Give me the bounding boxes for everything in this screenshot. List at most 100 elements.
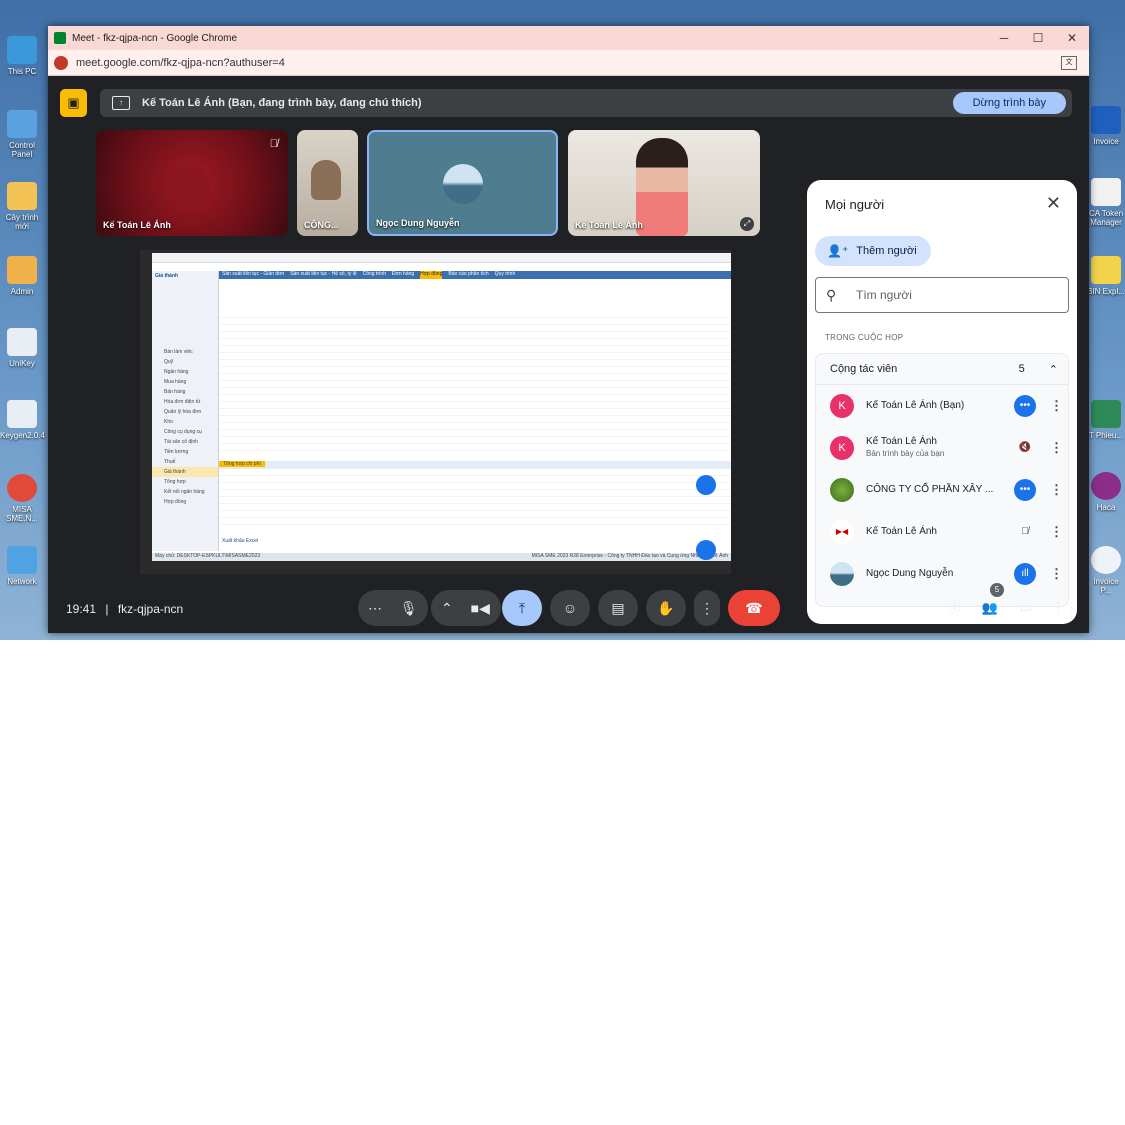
microphone-icon[interactable]: 🎙 — [400, 600, 418, 616]
detail-grid[interactable] — [219, 469, 731, 527]
left-menu-item[interactable]: Quỹ — [152, 357, 218, 367]
desktop-icon[interactable]: BIN Expl... — [1087, 256, 1125, 296]
desktop-icon[interactable]: UniKey — [0, 328, 44, 368]
tab[interactable]: Công trình — [363, 271, 386, 279]
participant-row[interactable]: K Kế Toán Lê Ánh (Bạn) ••• ⋮ — [816, 385, 1068, 427]
desktop-icon[interactable]: Keygen2.0.4 — [0, 400, 45, 440]
panel-title: Mọi người — [825, 197, 885, 212]
computer-icon — [7, 36, 37, 64]
participant-row[interactable]: CÔNG TY CỔ PHẦN XÂY ... ••• ⋮ — [816, 469, 1068, 511]
close-window-button[interactable]: ✕ — [1055, 31, 1089, 45]
add-people-button[interactable]: 👤⁺ Thêm người — [815, 236, 931, 266]
left-menu-item[interactable]: Tài sản cố định — [152, 437, 218, 447]
address-bar[interactable]: meet.google.com/fkz-qjpa-ncn?authuser=4 … — [48, 50, 1089, 76]
left-menu-item[interactable]: Ngân hàng — [152, 367, 218, 377]
tab[interactable]: Báo cáo phân tích — [448, 271, 488, 279]
desktop-icon[interactable]: Cây trình mới — [0, 182, 44, 231]
tab[interactable]: Sản xuất liên tục - Giản đơn — [222, 271, 284, 279]
more-options-icon[interactable]: ⋮ — [1050, 482, 1063, 498]
desktop-icon[interactable]: MISA SME.N... — [0, 474, 44, 523]
presenting-banner: ↑ Kế Toán Lê Ánh (Bạn, đang trình bày, đ… — [100, 89, 1072, 117]
desktop-icon[interactable]: Invoice — [1087, 106, 1125, 146]
translate-icon[interactable]: 文 — [1061, 55, 1077, 70]
chevron-up-icon[interactable]: ⌃ — [1049, 363, 1058, 376]
captions-button[interactable]: ▤ — [598, 590, 638, 626]
participant-tile[interactable]: 🎙̸ Kế Toán Lê Ánh — [96, 130, 288, 236]
more-options-icon[interactable]: ⋮ — [1050, 524, 1063, 540]
url-text[interactable]: meet.google.com/fkz-qjpa-ncn?authuser=4 — [76, 57, 1061, 69]
more-audio-icon[interactable]: ⋯ — [368, 600, 382, 616]
meeting-details-icon[interactable]: ⓘ — [944, 598, 964, 618]
bottom-tab[interactable]: Tổng hợp chi phí — [219, 461, 265, 467]
chat-icon[interactable]: ▭ — [1016, 598, 1036, 618]
people-panel: Mọi người ✕ 👤⁺ Thêm người ⚲ Tìm người TR… — [807, 180, 1077, 624]
maximize-button[interactable]: ☐ — [1021, 31, 1055, 45]
left-menu-item[interactable]: Tiền lương — [152, 447, 218, 457]
left-menu-item[interactable]: Hợp đồng — [152, 497, 218, 507]
desktop-icon[interactable]: This PC — [0, 36, 44, 76]
more-options-icon[interactable]: ⋮ — [1050, 440, 1063, 456]
desktop-icon[interactable]: Invoice P... — [1087, 546, 1125, 595]
export-excel-button[interactable]: Xuất khẩu Excel — [222, 538, 258, 544]
camera-control[interactable]: ⌃ ■◀ — [431, 590, 501, 626]
emoji-button[interactable]: ☺ — [550, 590, 590, 626]
participant-name: Kế Toán Lê Ánh — [866, 526, 937, 537]
desktop-icon[interactable]: Network — [0, 546, 44, 586]
desktop-icon[interactable]: Control Panel — [0, 110, 44, 159]
more-status-icon: ••• — [1014, 395, 1036, 417]
mic-control[interactable]: ⋯ 🎙 — [358, 590, 428, 626]
tab[interactable]: Hợp đồng — [420, 271, 443, 279]
desktop-icon[interactable]: Admin — [0, 256, 44, 296]
left-menu-item[interactable]: Bàn làm việc — [152, 347, 218, 357]
participant-name: Ngọc Dung Nguyễn — [376, 218, 460, 228]
more-options-button[interactable]: ⋮ — [694, 590, 720, 626]
left-menu-item[interactable]: Quản lý hóa đơn — [152, 407, 218, 417]
tab[interactable]: Đơn hàng — [392, 271, 414, 279]
left-menu-item[interactable]: Giá thành — [152, 467, 218, 477]
pin-icon[interactable]: ⤢ — [740, 217, 754, 231]
desktop-icon[interactable]: T Phieu... — [1087, 400, 1125, 440]
hide-self-view-icon[interactable]: ▣ — [60, 89, 87, 117]
desktop-icon[interactable]: Haca — [1087, 472, 1125, 512]
close-panel-button[interactable]: ✕ — [1046, 193, 1061, 214]
left-menu-title: Giá thành — [155, 273, 179, 279]
meet-stage: ▣ ↑ Kế Toán Lê Ánh (Bạn, đang trình bày,… — [48, 76, 1089, 633]
participant-tile[interactable]: ⤢ Kế Toán Lê Ánh — [568, 130, 760, 236]
tab[interactable]: Quy trình — [495, 271, 516, 279]
raise-hand-button[interactable]: ✋ — [646, 590, 686, 626]
left-menu-item[interactable]: Hóa đơn điện tử — [152, 397, 218, 407]
folder-icon — [7, 182, 37, 210]
stop-presenting-button[interactable]: Dừng trình bày — [952, 92, 1066, 114]
search-people-input[interactable]: ⚲ Tìm người — [815, 277, 1069, 313]
left-menu-item[interactable]: Kho — [152, 417, 218, 427]
left-menu-item[interactable]: Kết nối ngân hàng — [152, 487, 218, 497]
status-left: Máy chủ: DESKTOP-ESPKULT\MISASME2023 — [155, 553, 261, 559]
group-count: 5 — [1018, 363, 1025, 375]
data-grid[interactable] — [219, 311, 731, 456]
desktop-icon[interactable]: CA Token Manager — [1087, 178, 1125, 227]
more-options-icon[interactable]: ⋮ — [1050, 398, 1063, 414]
left-menu-item[interactable]: Mua hàng — [152, 377, 218, 387]
chat-bubble-icon[interactable] — [696, 475, 716, 495]
camera-icon[interactable]: ■◀ — [471, 600, 490, 616]
left-menu-item[interactable]: Thuế — [152, 457, 218, 467]
participant-row[interactable]: K Kế Toán Lê Ánh Bản trình bày của bạn 🔇… — [816, 427, 1068, 469]
left-menu-item[interactable]: Bán hàng — [152, 387, 218, 397]
leave-call-button[interactable]: ☎ — [728, 590, 780, 626]
chevron-up-icon[interactable]: ⌃ — [441, 600, 453, 616]
participant-tile[interactable]: Ngọc Dung Nguyễn — [367, 130, 558, 236]
present-screen-button[interactable]: ⤒ — [502, 590, 542, 626]
people-icon[interactable]: 👥 — [980, 598, 1000, 618]
site-info-icon[interactable] — [54, 55, 68, 70]
left-menu-item[interactable]: Tổng hợp — [152, 477, 218, 487]
more-options-icon[interactable]: ⋮ — [1050, 566, 1063, 582]
chat-bubble-icon[interactable] — [696, 540, 716, 560]
left-menu-item[interactable]: Công cụ dụng cụ — [152, 427, 218, 437]
search-placeholder: Tìm người — [856, 288, 912, 302]
activities-icon[interactable]: ⋮⋮ — [1052, 598, 1078, 618]
participant-row[interactable]: ▶◀ Kế Toán Lê Ánh 🎙̸ ⋮ — [816, 511, 1068, 553]
tab[interactable]: Sản xuất liên tục - Hệ số, tỷ lệ — [290, 271, 356, 279]
participant-tile[interactable]: CÔNG... — [297, 130, 358, 236]
group-header[interactable]: Cộng tác viên 5 ⌃ — [816, 354, 1068, 385]
minimize-button[interactable]: ─ — [987, 31, 1021, 45]
